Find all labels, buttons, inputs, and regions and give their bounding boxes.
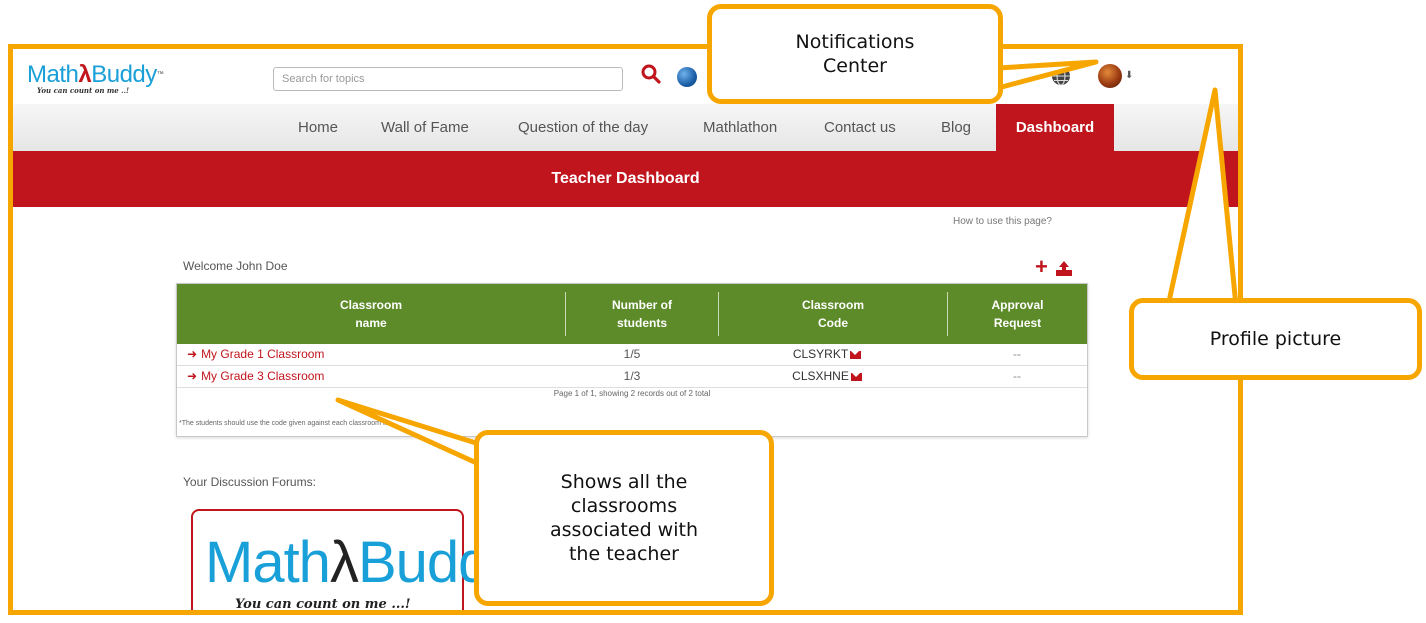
callout-line: Notifications <box>795 31 915 53</box>
callout-text: Profile picture <box>1209 328 1342 350</box>
callout-line: associated with <box>550 519 698 541</box>
callout-text: Notifications Center <box>796 30 915 78</box>
classrooms-pointer <box>335 397 495 473</box>
classrooms-callout: Shows all the classrooms associated with th… <box>474 430 774 606</box>
notifications-callout: Notifications Center <box>707 4 1003 104</box>
notifications-pointer <box>995 59 1099 91</box>
profile-pointer <box>1165 87 1239 309</box>
callout-text: Shows all the classrooms associated with th… <box>550 470 698 566</box>
callout-line: classrooms <box>570 495 678 517</box>
profile-callout: Profile picture <box>1129 298 1422 380</box>
callout-line: Center <box>823 55 887 77</box>
callout-line: Shows all the <box>560 471 688 493</box>
callout-line: the teacher <box>568 543 679 565</box>
